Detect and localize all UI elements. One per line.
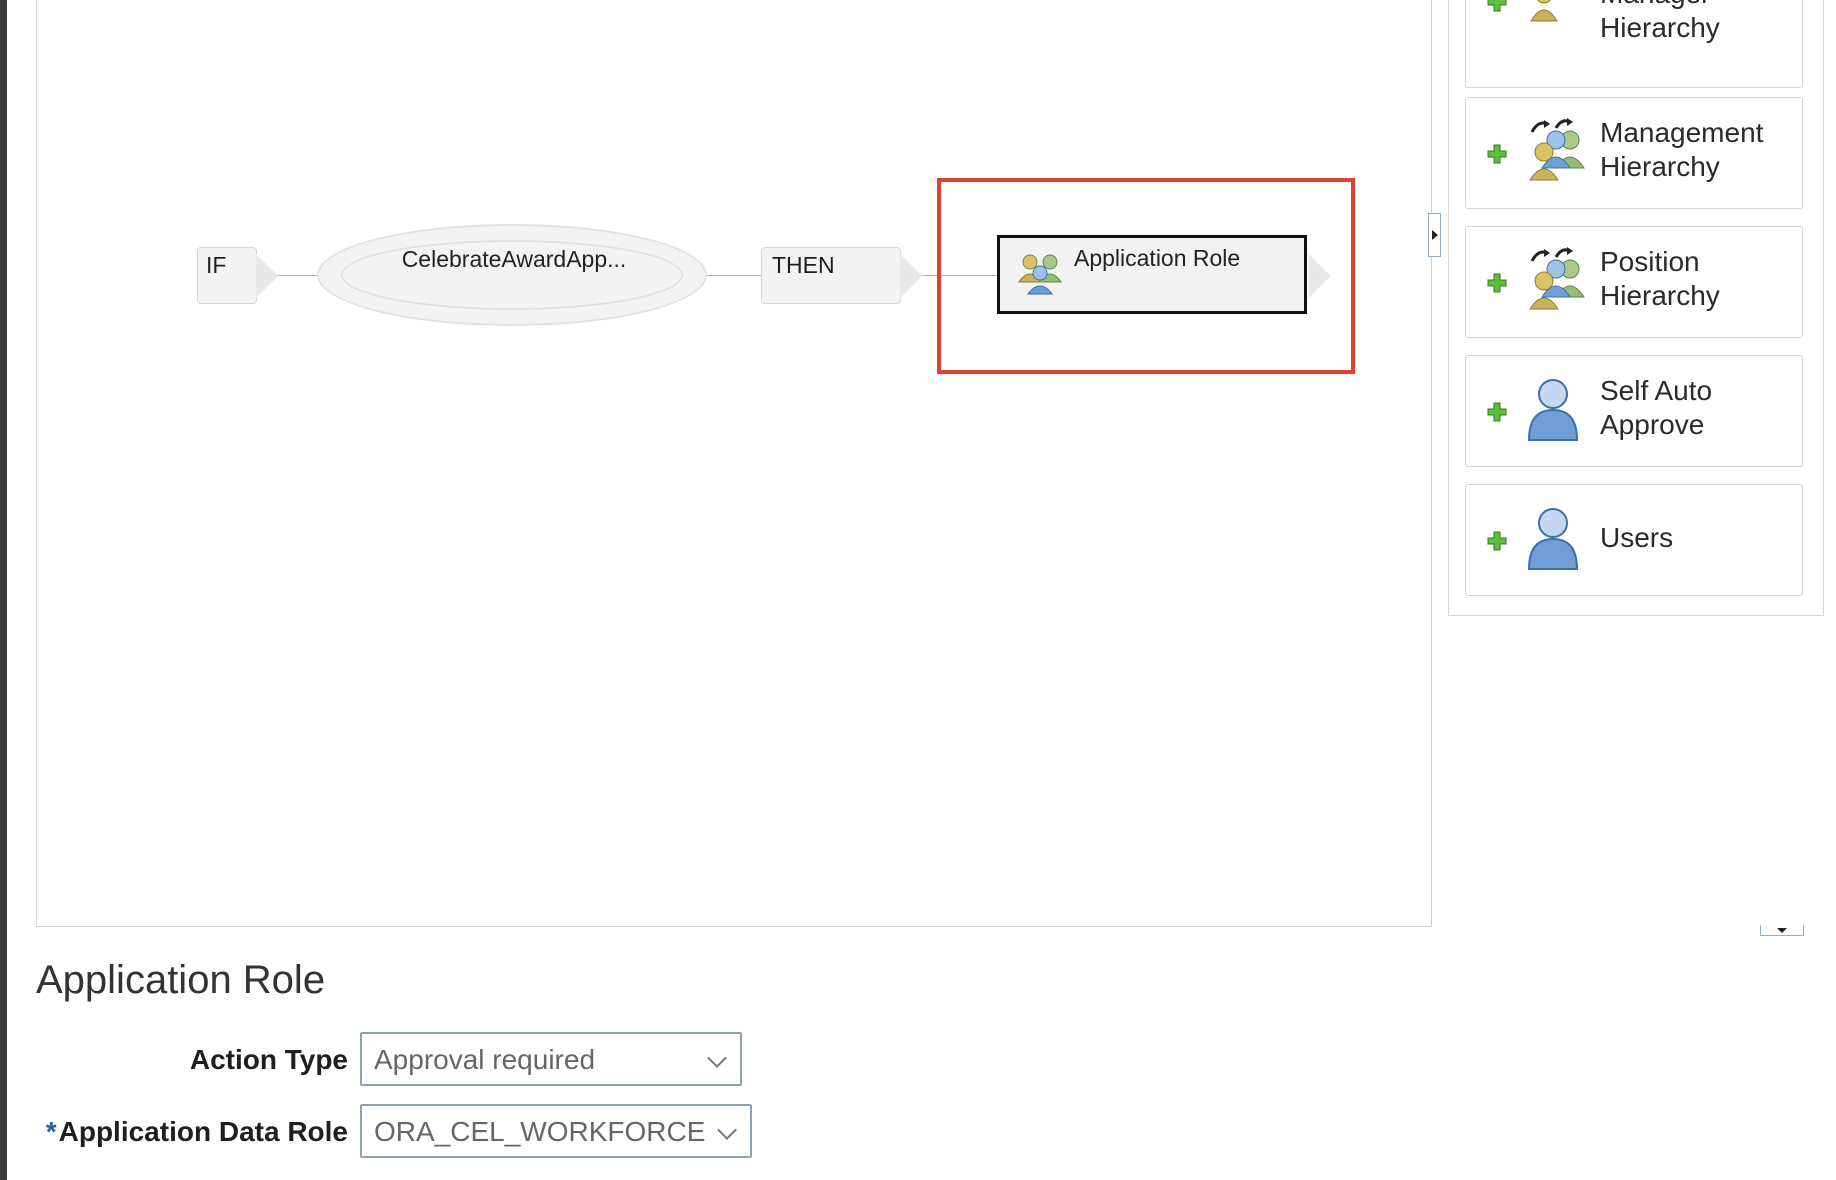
approver-label: Application Role (1074, 245, 1241, 271)
chevron-down-icon (707, 1048, 727, 1068)
palette-item-manager-hierarchy[interactable]: Manager Hierarchy (1465, 0, 1803, 88)
data-role-value: ORA_CEL_WORKFORCE (374, 1116, 706, 1147)
then-node[interactable]: THEN (761, 247, 922, 304)
group-users-icon (1018, 252, 1064, 301)
condition-label: CelebrateAwardApp... (401, 246, 627, 272)
palette-item-label: Hierarchy (1600, 151, 1720, 182)
rule-canvas: IF CelebrateAwardApp... THEN Application… (36, 0, 1432, 927)
palette-item-label: Manager (1600, 0, 1720, 11)
scroll-down-button[interactable] (1760, 925, 1804, 936)
add-icon[interactable] (1486, 401, 1508, 428)
if-node[interactable]: IF (197, 247, 278, 304)
add-icon[interactable] (1486, 143, 1508, 170)
group-hierarchy-icon (1526, 0, 1586, 28)
required-mark: * (45, 1116, 57, 1147)
palette-item-position-hierarchy[interactable]: Position Hierarchy (1465, 226, 1803, 338)
data-role-select[interactable]: ORA_CEL_WORKFORCE (360, 1104, 752, 1158)
user-icon (1526, 505, 1580, 576)
add-icon[interactable] (1486, 530, 1508, 557)
palette-item-label: Management (1600, 117, 1764, 148)
action-type-value: Approval required (374, 1044, 596, 1075)
palette-item-label: Position (1600, 246, 1700, 277)
approver-connector-arrow (1309, 254, 1331, 298)
then-label: THEN (772, 252, 835, 278)
if-label: IF (206, 252, 227, 278)
approver-palette: Manager Hierarchy Management Hiera (1448, 0, 1824, 616)
palette-item-users[interactable]: Users (1465, 484, 1803, 596)
group-hierarchy-icon (1526, 245, 1588, 316)
section-title: Application Role (36, 958, 326, 1002)
palette-collapse-toggle[interactable] (1428, 213, 1441, 257)
approver-node-application-role[interactable]: Application Role (997, 235, 1307, 314)
palette-item-self-auto-approve[interactable]: Self Auto Approve (1465, 355, 1803, 467)
palette-item-management-hierarchy[interactable]: Management Hierarchy (1465, 97, 1803, 209)
data-role-label-wrapper: *Application Data Role (40, 1116, 348, 1148)
user-icon (1526, 376, 1580, 447)
palette-item-label: Self Auto (1600, 375, 1713, 406)
condition-node[interactable]: CelebrateAwardApp... (317, 224, 707, 326)
add-icon[interactable] (1486, 272, 1508, 299)
palette-item-label: Hierarchy (1600, 280, 1720, 311)
palette-item-label: Hierarchy (1600, 12, 1720, 43)
palette-item-label: Users (1600, 522, 1674, 553)
add-icon[interactable] (1486, 0, 1508, 18)
data-role-label: Application Data Role (58, 1116, 348, 1147)
group-hierarchy-icon (1526, 116, 1588, 187)
chevron-down-icon (717, 1120, 737, 1140)
window-edge (0, 0, 7, 1180)
action-type-label: Action Type (189, 1044, 348, 1075)
connector-line (705, 275, 763, 276)
action-type-select[interactable]: Approval required (360, 1032, 742, 1086)
palette-item-label: Approve (1600, 409, 1705, 440)
